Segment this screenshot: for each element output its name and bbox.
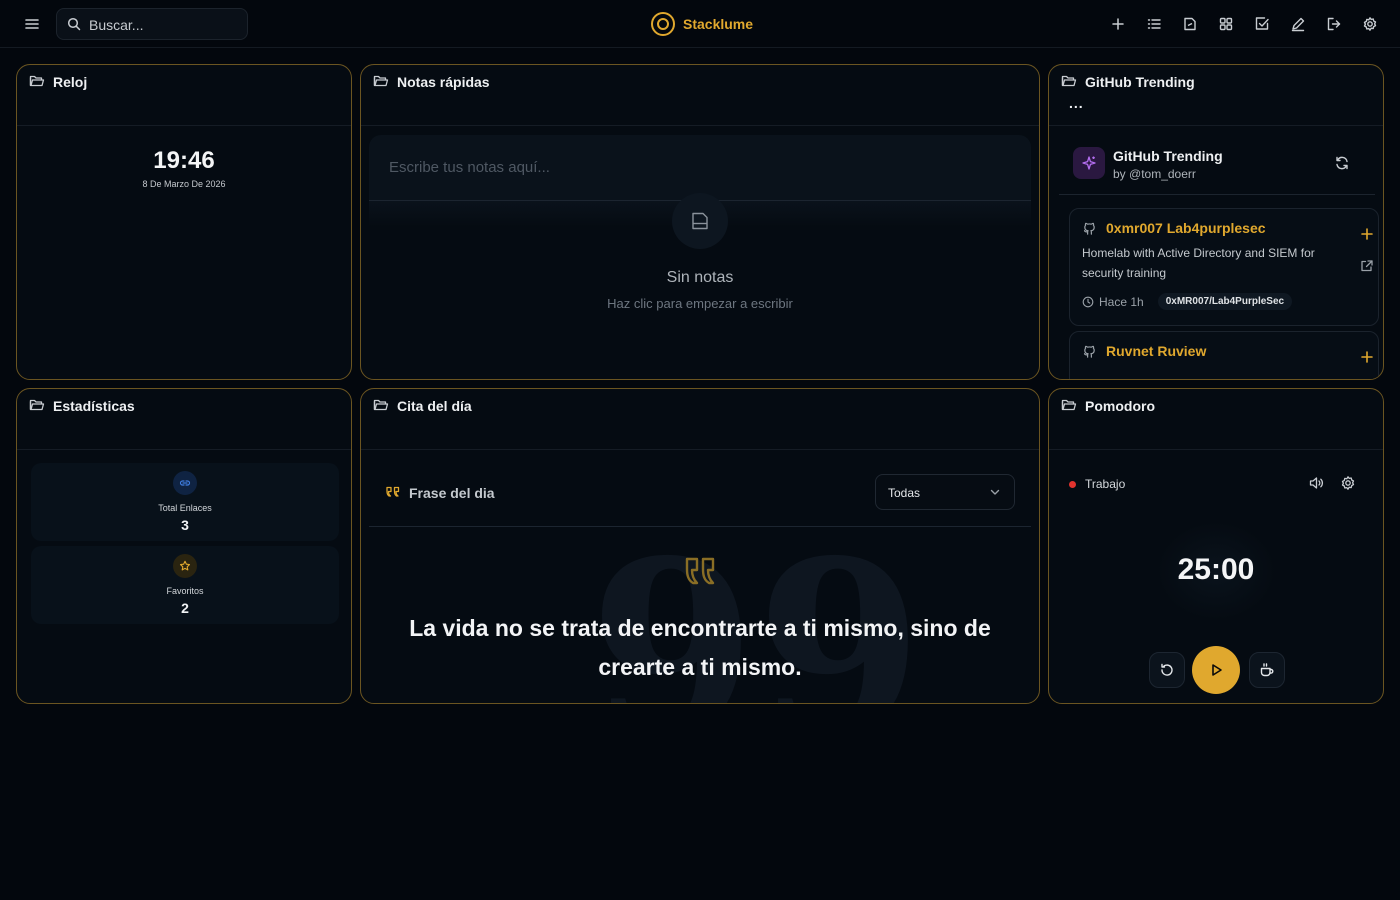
card-header: Cita del día: [361, 389, 1039, 450]
card-header: Pomodoro: [1049, 389, 1383, 450]
reset-button[interactable]: [1149, 652, 1185, 688]
status-dot: [1069, 480, 1076, 488]
card-header: Reloj: [17, 65, 351, 126]
card-title: Pomodoro: [1085, 398, 1155, 414]
clock-icon: [1082, 296, 1094, 308]
stat-favorites: Favoritos 2: [31, 546, 339, 624]
repo-item[interactable]: 0xmr007 Lab4purplesec Homelab with Activ…: [1069, 208, 1379, 326]
logo-icon: [651, 12, 675, 36]
sparkle-icon: [1073, 147, 1105, 179]
repo-name[interactable]: Ruvnet Ruview: [1106, 343, 1206, 359]
top-bar: Stacklume: [0, 0, 1400, 48]
folder-icon: [1061, 73, 1077, 94]
pomodoro-state-label: Trabajo: [1085, 477, 1126, 491]
grid-icon[interactable]: [1208, 12, 1244, 36]
break-button[interactable]: [1249, 652, 1285, 688]
quote-card: Cita del día 99 Frase del dia Todas La v…: [360, 388, 1040, 704]
pomodoro-state: Trabajo: [1069, 477, 1125, 491]
search-box[interactable]: [56, 8, 248, 40]
app-name: Stacklume: [683, 16, 754, 32]
stat-label: Total Enlaces: [158, 503, 212, 513]
notes-textarea[interactable]: Escribe tus notas aquí...: [369, 135, 1031, 201]
github-widget-name: GitHub Trending: [1113, 148, 1223, 164]
card-title: Reloj: [53, 74, 88, 90]
github-icon: [1082, 344, 1097, 364]
card-title: Notas rápidas: [397, 74, 490, 90]
reset-icon: [1159, 662, 1175, 678]
quote-text: La vida no se trata de encontrarte a ti …: [409, 615, 991, 680]
card-title: Cita del día: [397, 398, 472, 414]
folder-icon: [373, 397, 389, 418]
play-icon: [1208, 662, 1224, 678]
repo-item[interactable]: Ruvnet Ruview: [1069, 331, 1379, 379]
notes-card: Notas rápidas Escribe tus notas aquí... …: [360, 64, 1040, 380]
github-trending-card: GitHub Trending ... GitHub Trending by @…: [1048, 64, 1384, 380]
logout-icon[interactable]: [1316, 12, 1352, 36]
category-select-value: Todas: [888, 486, 921, 500]
search-icon: [67, 17, 81, 36]
brand[interactable]: Stacklume: [651, 12, 753, 36]
volume-icon[interactable]: [1308, 475, 1324, 496]
menu-icon[interactable]: [22, 14, 42, 34]
repo-tag: 0xMR007/Lab4PurpleSec: [1157, 293, 1293, 310]
repo-description: Homelab with Active Directory and SIEM f…: [1082, 246, 1315, 280]
external-link-icon[interactable]: [1360, 259, 1374, 278]
settings-icon[interactable]: [1340, 475, 1356, 496]
clock-card: Reloj 19:46 8 De Marzo De 2026: [16, 64, 352, 380]
stat-label: Favoritos: [166, 586, 204, 596]
github-widget-header: GitHub Trending by @tom_doerr: [1059, 137, 1375, 195]
more-menu[interactable]: ...: [1069, 95, 1084, 111]
stats-card: Estadísticas Total Enlaces 3 Favoritos 2: [16, 388, 352, 704]
folder-icon: [1061, 397, 1077, 418]
play-button[interactable]: [1192, 646, 1240, 694]
add-icon[interactable]: [1360, 227, 1374, 246]
github-author: by @tom_doerr: [1113, 167, 1196, 181]
github-icon: [1082, 221, 1097, 241]
card-header: Estadísticas: [17, 389, 351, 450]
empty-note-icon: [672, 193, 728, 249]
repo-name[interactable]: 0xmr007 Lab4purplesec: [1106, 220, 1266, 236]
star-icon: [173, 554, 197, 578]
quote-header-label: Frase del dia: [409, 485, 495, 501]
empty-subtitle[interactable]: Haz clic para empezar a escribir: [361, 296, 1039, 311]
quote-header: Frase del dia Todas: [369, 459, 1031, 527]
stat-value: 3: [181, 517, 189, 533]
chevron-down-icon: [988, 485, 1002, 504]
note-icon[interactable]: [1172, 12, 1208, 36]
card-title: GitHub Trending: [1085, 74, 1195, 90]
toolbar: [1100, 12, 1388, 36]
empty-title[interactable]: Sin notas: [361, 269, 1039, 287]
card-header: GitHub Trending ...: [1049, 65, 1383, 126]
plus-icon[interactable]: [1100, 12, 1136, 36]
folder-icon: [29, 397, 45, 418]
folder-icon: [373, 73, 389, 94]
notes-placeholder: Escribe tus notas aquí...: [389, 159, 550, 176]
search-input[interactable]: [89, 15, 239, 35]
pen-icon[interactable]: [1280, 12, 1316, 36]
stat-total-links: Total Enlaces 3: [31, 463, 339, 541]
clock-date: 8 De Marzo De 2026: [142, 179, 226, 189]
repo-meta: Hace 1h 0xMR007/Lab4PurpleSec: [1082, 293, 1293, 310]
add-icon[interactable]: [1360, 350, 1374, 369]
clock-time: 19:46: [153, 147, 215, 174]
pomodoro-time: 25:00: [1177, 553, 1255, 586]
card-title: Estadísticas: [53, 398, 135, 414]
link-icon: [173, 471, 197, 495]
coffee-icon: [1259, 662, 1275, 678]
category-select[interactable]: Todas: [875, 474, 1015, 510]
quote-icon: [385, 484, 401, 505]
stat-value: 2: [181, 600, 189, 616]
list-icon[interactable]: [1136, 12, 1172, 36]
repo-time: Hace 1h: [1099, 294, 1144, 309]
pomodoro-card: Pomodoro Trabajo 25:00: [1048, 388, 1384, 704]
settings-icon[interactable]: [1352, 12, 1388, 36]
card-header: Notas rápidas: [361, 65, 1039, 126]
refresh-icon[interactable]: [1334, 155, 1350, 176]
checkbox-icon[interactable]: [1244, 12, 1280, 36]
folder-icon: [29, 73, 45, 94]
quote-mark-icon: [683, 555, 719, 596]
